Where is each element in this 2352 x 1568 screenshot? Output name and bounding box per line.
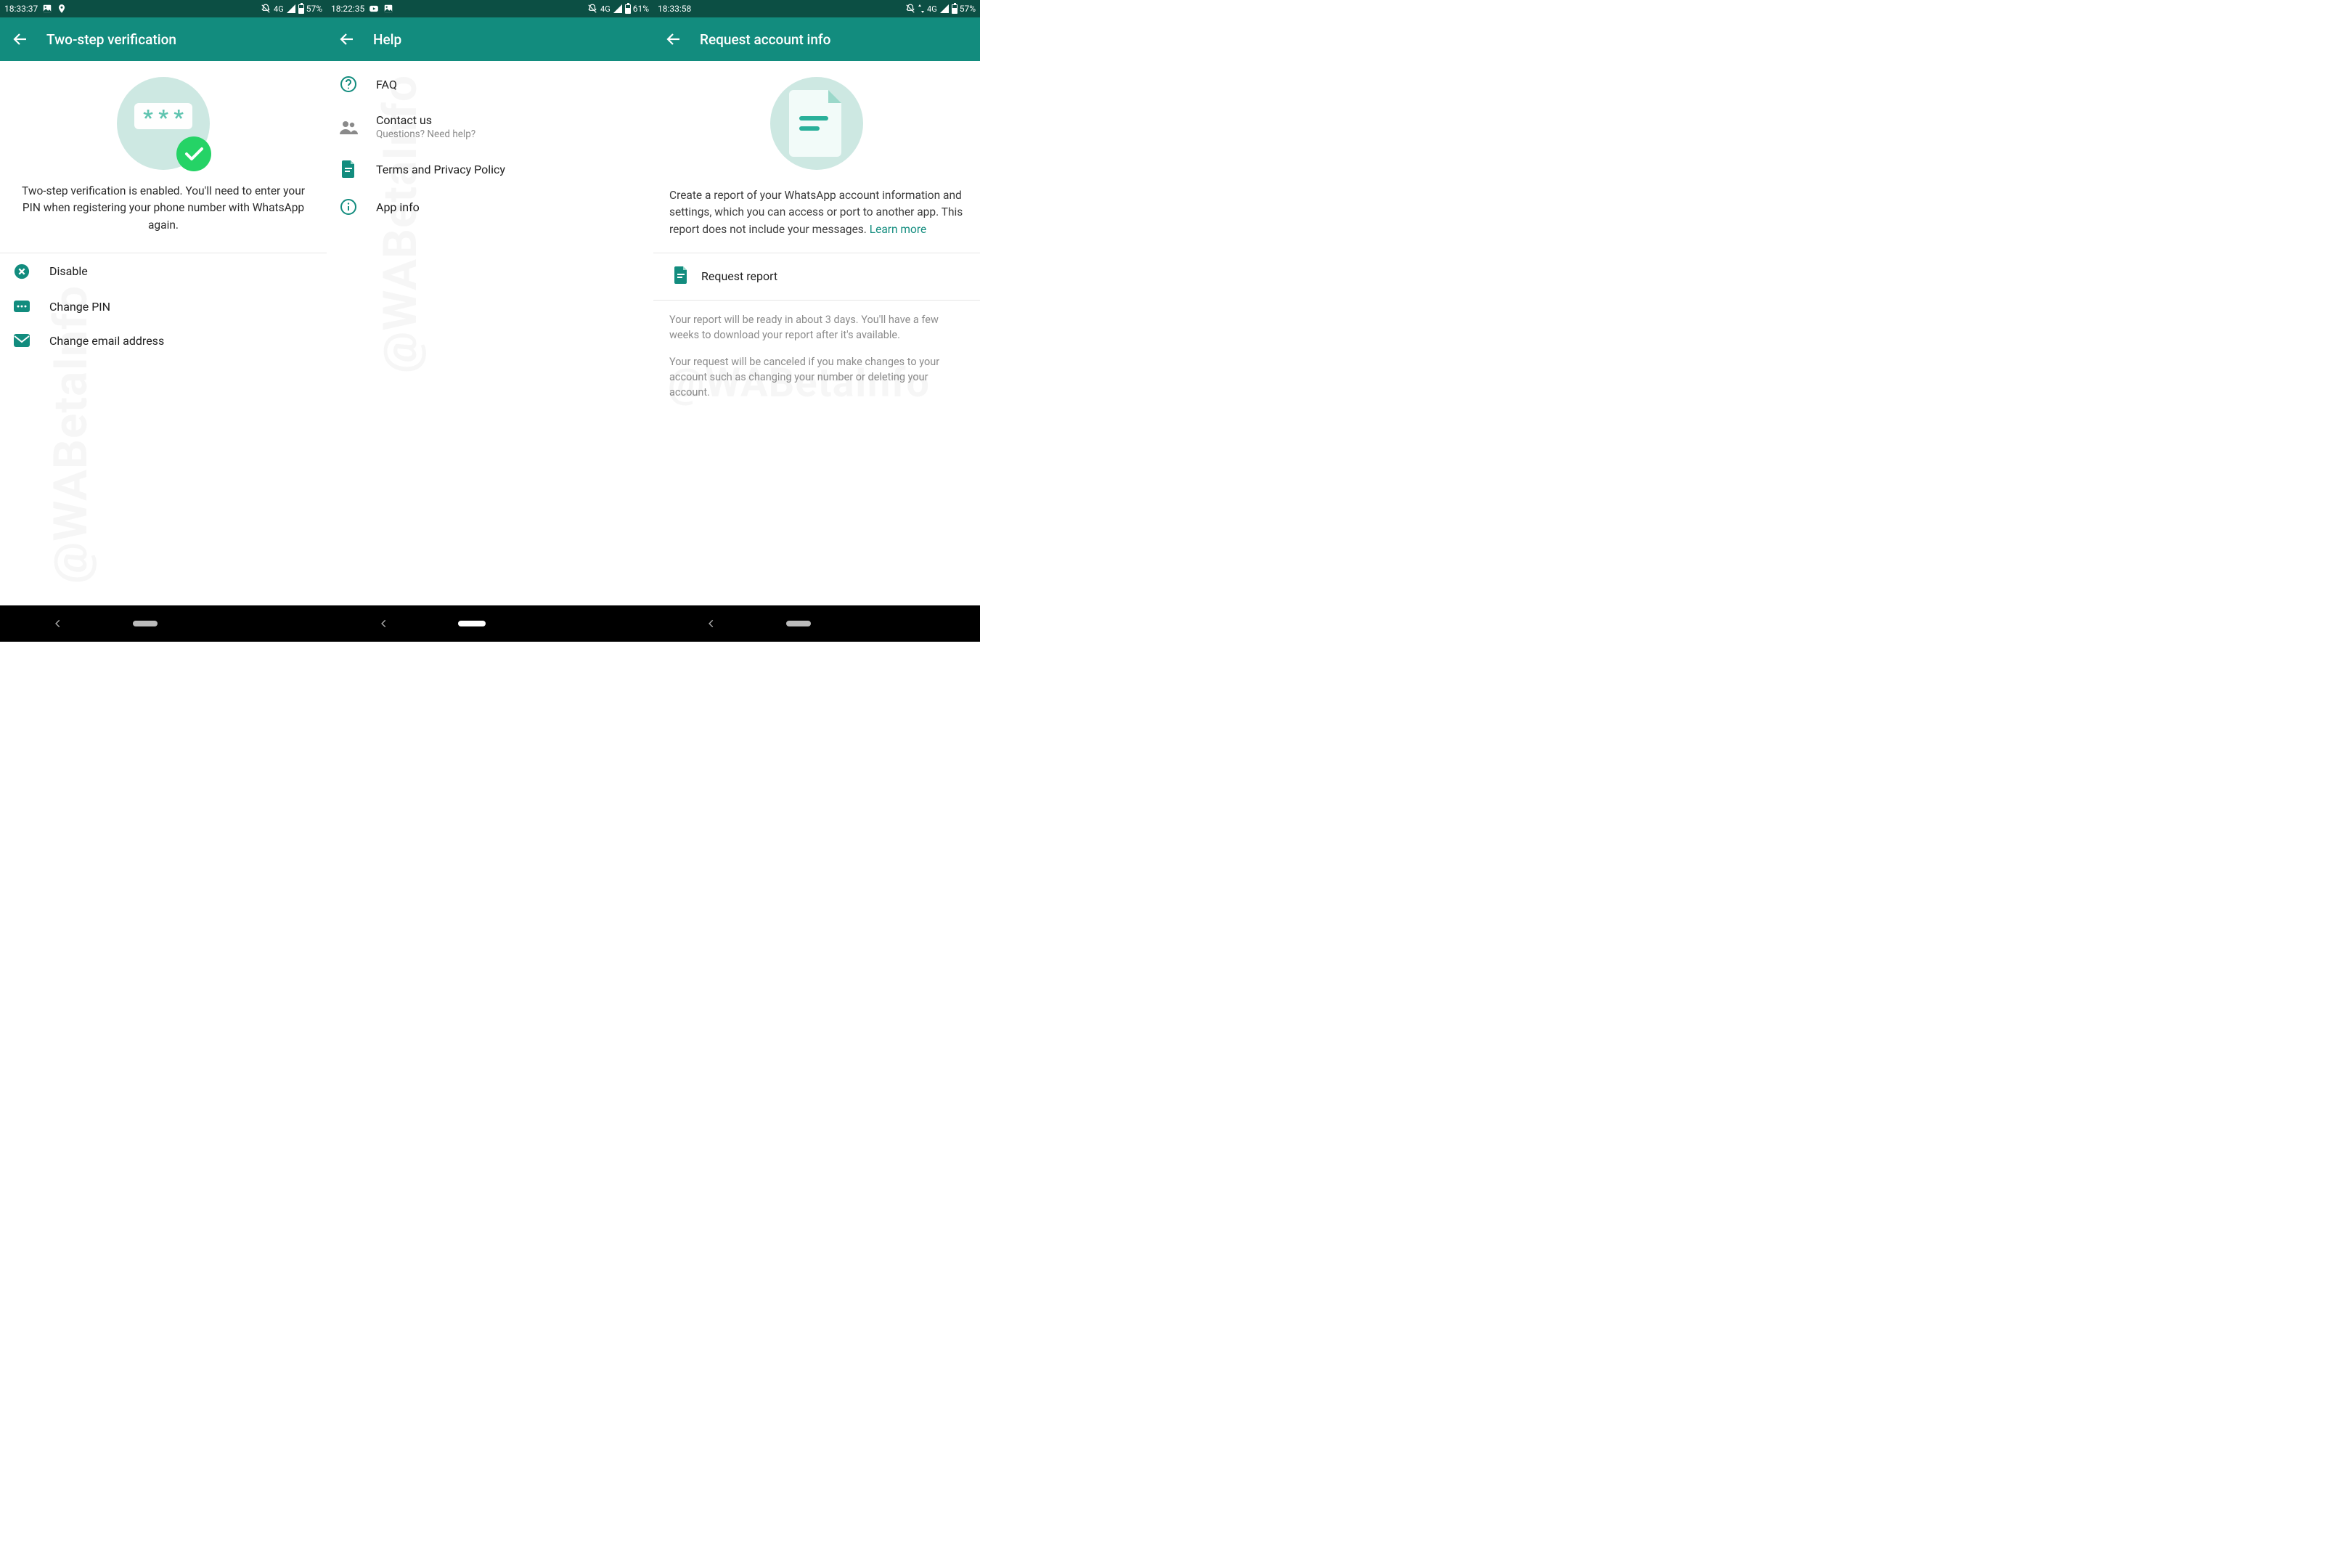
people-icon <box>338 120 359 134</box>
option-disable[interactable]: Disable <box>0 253 327 290</box>
dnd-icon <box>261 4 271 14</box>
nav-home-pill[interactable] <box>786 621 811 626</box>
dnd-icon <box>905 4 915 14</box>
signal-icon <box>940 4 949 13</box>
dnd-icon <box>587 4 597 14</box>
signal-icon <box>613 4 622 13</box>
back-button[interactable] <box>665 30 682 48</box>
request-report-button[interactable]: Request report <box>653 253 980 301</box>
page-title: Two-step verification <box>46 31 176 48</box>
android-nav-bar <box>653 605 980 642</box>
nav-home-pill[interactable] <box>133 621 158 626</box>
status-bar: 18:33:58 4G 57% <box>653 0 980 17</box>
back-button[interactable] <box>338 30 356 48</box>
app-bar: Help <box>327 17 653 61</box>
screen-two-step: 18:33:37 4G 57% Two-step verification @W… <box>0 0 327 642</box>
status-network: 4G <box>927 4 937 14</box>
screen-help: 18:22:35 4G 61% Help @WABetaInfo <box>327 0 653 642</box>
photo-icon <box>42 4 52 14</box>
pin-hero-icon: * * * <box>117 77 210 170</box>
status-network: 4G <box>600 4 611 14</box>
hero-description: Two-step verification is enabled. You'll… <box>17 183 309 234</box>
battery-indicator: 57% <box>298 4 322 14</box>
option-label: Change email address <box>49 334 164 348</box>
status-time: 18:33:58 <box>658 4 691 14</box>
help-item-contact[interactable]: Contact us Questions? Need help? <box>327 103 653 150</box>
photo-icon <box>383 4 393 14</box>
nav-back-icon[interactable] <box>379 618 389 629</box>
doc-icon <box>338 160 359 178</box>
status-bar: 18:22:35 4G 61% <box>327 0 653 17</box>
signal-icon <box>287 4 295 13</box>
item-label: FAQ <box>376 78 397 91</box>
nav-back-icon[interactable] <box>706 618 716 629</box>
note-ready: Your report will be ready in about 3 day… <box>653 301 980 354</box>
note-cancel: Your request will be canceled if you mak… <box>653 354 980 412</box>
option-change-email[interactable]: Change email address <box>0 324 327 358</box>
app-bar: Request account info <box>653 17 980 61</box>
option-change-pin[interactable]: Change PIN <box>0 290 327 324</box>
screen-request-info: 18:33:58 4G 57% Request account info @WA… <box>653 0 980 642</box>
x-circle-icon <box>12 264 32 279</box>
item-sublabel: Questions? Need help? <box>376 128 475 140</box>
app-bar: Two-step verification <box>0 17 327 61</box>
item-label: Contact us <box>376 113 475 127</box>
item-label: Terms and Privacy Policy <box>376 163 505 176</box>
help-circle-icon <box>338 75 359 93</box>
status-bar: 18:33:37 4G 57% <box>0 0 327 17</box>
status-time: 18:22:35 <box>331 4 364 14</box>
android-nav-bar <box>0 605 327 642</box>
back-button[interactable] <box>12 30 29 48</box>
triptych: 18:33:37 4G 57% Two-step verification @W… <box>0 0 980 642</box>
info-circle-icon <box>338 198 359 216</box>
body-text: Create a report of your WhatsApp account… <box>653 173 980 253</box>
youtube-icon <box>369 4 379 14</box>
status-network: 4G <box>274 4 284 14</box>
nav-home-pill[interactable] <box>458 621 486 626</box>
option-label: Change PIN <box>49 300 110 314</box>
battery-indicator: 61% <box>625 4 649 14</box>
mail-icon <box>12 334 32 347</box>
doc-icon <box>674 266 688 287</box>
learn-more-link[interactable]: Learn more <box>870 223 926 236</box>
dots-box-icon <box>12 301 32 312</box>
hero: * * * Two-step verification is enabled. … <box>0 61 327 253</box>
option-label: Disable <box>49 264 88 278</box>
battery-indicator: 57% <box>952 4 976 14</box>
svg-text:* * *: * * * <box>143 105 184 131</box>
arrow-left-icon <box>665 30 682 48</box>
page-title: Request account info <box>700 31 830 48</box>
help-item-terms[interactable]: Terms and Privacy Policy <box>327 150 653 188</box>
location-icon <box>57 4 67 14</box>
android-nav-bar <box>327 605 653 642</box>
data-transfer-icon <box>918 4 924 13</box>
arrow-left-icon <box>338 30 356 48</box>
page-title: Help <box>373 31 401 48</box>
help-item-appinfo[interactable]: App info <box>327 188 653 226</box>
hero <box>653 61 980 173</box>
help-item-faq[interactable]: FAQ <box>327 61 653 103</box>
item-label: App info <box>376 200 420 214</box>
request-label: Request report <box>701 269 777 283</box>
arrow-left-icon <box>12 30 29 48</box>
doc-hero-icon <box>770 77 863 170</box>
status-time: 18:33:37 <box>4 4 38 14</box>
nav-back-icon[interactable] <box>53 618 63 629</box>
